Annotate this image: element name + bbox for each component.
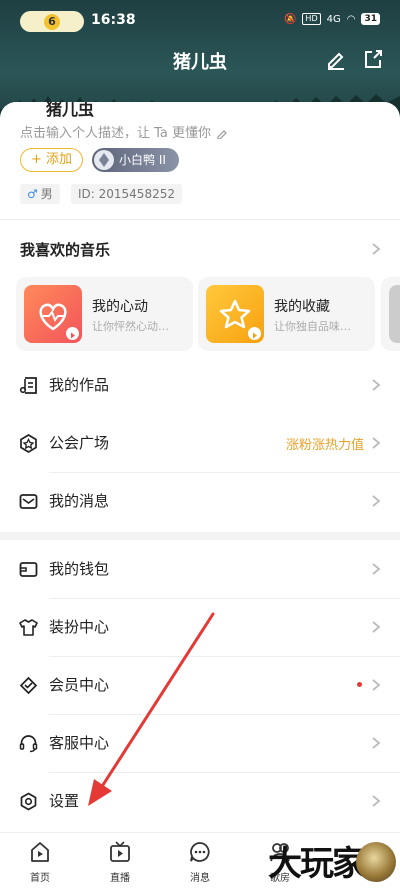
more-playlist-card[interactable] [381,277,400,351]
menu-label: 会员中心 [49,676,110,694]
gender-tag: ♂ 男 [20,184,60,204]
menu-label: 设置 [49,792,80,810]
chevron-right-icon [372,621,381,633]
diamond-badge-icon [94,150,114,170]
chevron-right-icon [372,495,381,507]
menu-guild-square[interactable]: 公会广场 涨粉涨热力值 [0,414,400,472]
add-tag-button[interactable]: + 添加 [20,148,83,172]
menu-label: 我的消息 [49,492,110,510]
pencil-icon [217,130,228,139]
live-tv-icon [110,841,130,862]
chevron-right-icon [372,679,381,691]
gender-label: 男 [40,187,53,201]
status-pill: 6 [20,11,84,32]
menu-wallet[interactable]: 我的钱包 [0,540,400,598]
star-cover-icon [206,285,264,343]
home-icon [31,842,49,862]
music-list-icon [19,377,37,394]
chat-icon [190,842,210,862]
watermark-logo-icon [356,842,396,882]
status-bar: 6 16:38 🔕 HD 4G ◠ 31 [0,0,400,42]
guild-star-icon [20,434,37,453]
profile-name: 猪儿虫 [46,102,95,119]
network-label: 4G [326,13,341,25]
play-icon [248,327,261,340]
section-gap [0,532,400,540]
collection-card[interactable]: 我的收藏 让你独自品味… [198,277,375,351]
system-icons: 🔕 HD 4G ◠ 31 [284,13,380,25]
play-icon [66,327,79,340]
cover-placeholder [389,285,400,343]
mute-icon: 🔕 [283,13,297,25]
menu-my-messages[interactable]: 我的消息 [0,472,400,530]
level-badge[interactable]: 小白鸭 II [92,148,179,172]
chevron-right-icon [372,737,381,749]
badge-label: 小白鸭 II [119,153,166,167]
share-icon[interactable] [362,48,384,70]
vip-diamond-icon [19,676,38,695]
promo-text: 涨粉涨热力值 [285,438,364,453]
menu-label: 装扮中心 [49,618,110,636]
menu-my-works[interactable]: 我的作品 [0,356,400,414]
menu-vip-center[interactable]: 会员中心 [0,656,400,714]
watermark-text: 大玩家 [268,844,366,884]
card-subtitle: 让你怦然心动… [92,320,169,333]
chevron-right-icon [372,795,381,807]
settings-gear-icon [20,792,37,811]
profile-card: 猪儿虫 点击输入个人描述，让 Ta 更懂你 + 添加 小白鸭 II ♂ 男 ID:… [0,102,400,832]
tab-live[interactable]: 直播 [80,833,160,889]
chevron-right-icon [372,243,381,255]
pill-number: 6 [44,14,60,30]
divider [0,219,400,220]
menu-settings[interactable]: 设置 [0,772,400,830]
mail-icon [19,494,38,509]
profile-description[interactable]: 点击输入个人描述，让 Ta 更懂你 [20,122,228,141]
user-id: ID: 2015458252 [71,184,182,204]
liked-music-card[interactable]: 我的心动 让你怦然心动… [16,277,193,351]
chevron-right-icon [372,379,381,391]
menu-label: 公会广场 [49,434,110,452]
favorites-title: 我喜欢的音乐 [20,241,111,259]
tab-label: 直播 [110,873,130,884]
tab-label: 首页 [30,873,50,884]
description-text: 点击输入个人描述，让 Ta 更懂你 [20,126,212,141]
card-title: 我的收藏 [274,299,330,315]
male-icon: ♂ [27,187,38,201]
menu-label: 客服中心 [49,734,110,752]
chevron-right-icon [372,563,381,575]
wallet-icon [19,562,38,577]
notification-dot [357,682,362,687]
card-title: 我的心动 [92,299,148,315]
heartbeat-cover-icon [24,285,82,343]
menu-label: 我的作品 [49,376,110,394]
battery-icon: 31 [361,13,380,25]
menu-label: 我的钱包 [49,560,110,578]
status-time: 16:38 [91,12,136,28]
chevron-right-icon [372,437,381,449]
hd-icon: HD [302,13,321,25]
wifi-icon: ◠ [346,13,356,25]
menu-customer-service[interactable]: 客服中心 [0,714,400,772]
menu-dressup-center[interactable]: 装扮中心 [0,598,400,656]
tab-messages[interactable]: 消息 [160,833,240,889]
tshirt-icon [19,619,38,636]
pencil-icon[interactable] [325,48,347,70]
headset-icon [19,735,38,753]
tab-label: 消息 [190,873,210,884]
tab-home[interactable]: 首页 [0,833,80,889]
card-subtitle: 让你独自品味… [274,320,351,333]
